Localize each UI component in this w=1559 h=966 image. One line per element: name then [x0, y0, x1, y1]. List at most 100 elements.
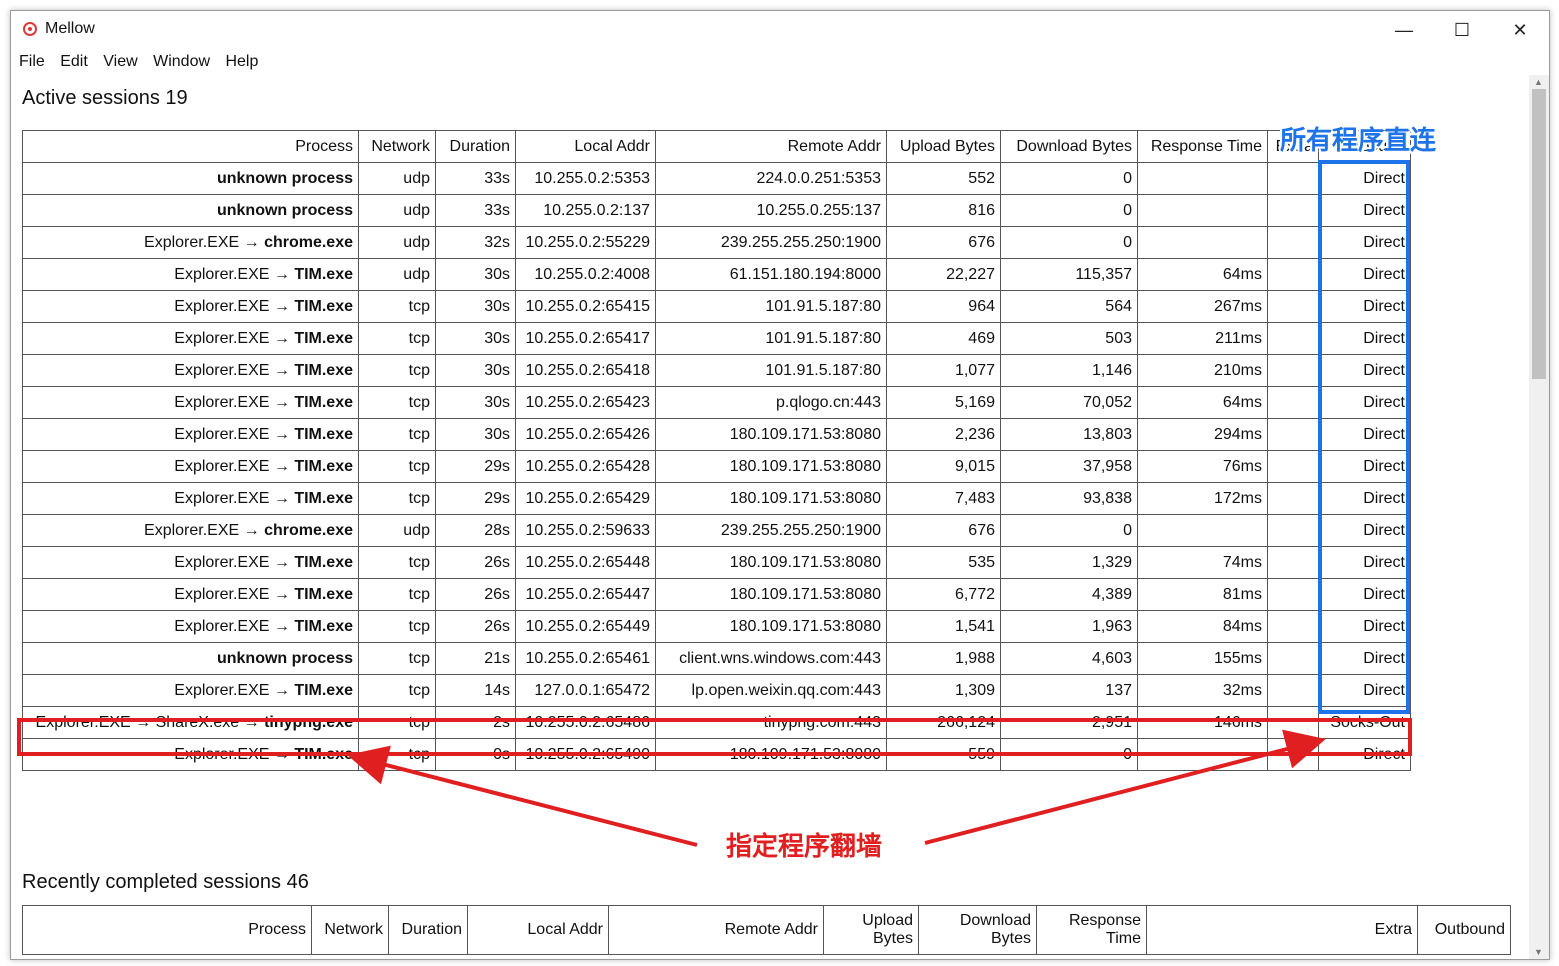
cell-local-addr: 10.255.0.2:65447	[515, 578, 656, 611]
cell-download: 503	[1000, 322, 1138, 355]
col-network[interactable]: Network	[311, 905, 389, 955]
col-remote-addr[interactable]: Remote Addr	[655, 130, 887, 163]
menu-edit[interactable]: Edit	[60, 51, 88, 73]
cell-response: 74ms	[1137, 546, 1268, 579]
cell-duration: 33s	[435, 162, 516, 195]
table-row[interactable]: Explorer.EXE → TIM.exe tcp 30s 10.255.0.2:6…	[22, 418, 1411, 451]
process-parent-chain: Explorer.EXE →	[174, 265, 295, 283]
col-upload-bytes[interactable]: Upload Bytes	[823, 905, 919, 955]
cell-download: 0	[1000, 194, 1138, 227]
cell-outbound: Direct	[1318, 354, 1411, 387]
menu-help[interactable]: Help	[225, 51, 258, 73]
cell-upload: 676	[886, 514, 1001, 547]
table-row[interactable]: Explorer.EXE → ShareX.exe → tinypng.exe t…	[22, 706, 1411, 739]
cell-download: 564	[1000, 290, 1138, 323]
scrollbar-thumb[interactable]	[1532, 89, 1546, 379]
table-row[interactable]: Explorer.EXE → TIM.exe tcp 29s 10.255.0.2:6…	[22, 450, 1411, 483]
table-row[interactable]: Explorer.EXE → TIM.exe tcp 30s 10.255.0.2:6…	[22, 290, 1411, 323]
direct-annotation-label: 所有程序直连	[1280, 126, 1437, 156]
table-row[interactable]: Explorer.EXE → TIM.exe tcp 0s 10.255.0.2:65…	[22, 738, 1411, 771]
cell-network: tcp	[358, 674, 436, 707]
cell-extra	[1267, 290, 1319, 323]
process-name: TIM.exe	[294, 297, 353, 315]
cell-remote-addr: 180.109.171.53:8080	[655, 450, 887, 483]
table-row[interactable]: unknown process udp 33s 10.255.0.2:5353 224.…	[22, 162, 1411, 195]
minimize-button[interactable]: —	[1375, 11, 1433, 49]
process-parent-chain: Explorer.EXE →	[174, 393, 295, 411]
cell-download: 1,329	[1000, 546, 1138, 579]
col-download-bytes[interactable]: Download Bytes	[1000, 130, 1138, 163]
table-row[interactable]: Explorer.EXE → chrome.exe udp 28s 10.255.0.…	[22, 514, 1411, 547]
cell-network: tcp	[358, 450, 436, 483]
cell-outbound: Direct	[1318, 674, 1411, 707]
cell-outbound: Direct	[1318, 514, 1411, 547]
cell-outbound: Direct	[1318, 418, 1411, 451]
col-network[interactable]: Network	[358, 130, 436, 163]
process-name: TIM.exe	[294, 745, 353, 763]
cell-response: 294ms	[1137, 418, 1268, 451]
col-remote-addr[interactable]: Remote Addr	[608, 905, 824, 955]
table-row[interactable]: Explorer.EXE → TIM.exe tcp 30s 10.255.0.2:6…	[22, 354, 1411, 387]
cell-duration: 26s	[435, 546, 516, 579]
col-duration[interactable]: Duration	[388, 905, 468, 955]
menu-view[interactable]: View	[103, 51, 137, 73]
cell-process: Explorer.EXE → TIM.exe	[22, 258, 359, 291]
cell-download: 4,603	[1000, 642, 1138, 675]
cell-remote-addr: 239.255.255.250:1900	[655, 514, 887, 547]
table-row[interactable]: Explorer.EXE → TIM.exe tcp 26s 10.255.0.2:6…	[22, 546, 1411, 579]
menu-file[interactable]: File	[19, 51, 45, 73]
cell-network: udp	[358, 194, 436, 227]
cell-response: 84ms	[1137, 610, 1268, 643]
table-row[interactable]: unknown process udp 33s 10.255.0.2:137 10.25…	[22, 194, 1411, 227]
col-response-time[interactable]: Response Time	[1137, 130, 1268, 163]
table-row[interactable]: Explorer.EXE → TIM.exe tcp 26s 10.255.0.2:6…	[22, 578, 1411, 611]
table-row[interactable]: unknown process tcp 21s 10.255.0.2:65461 cli…	[22, 642, 1411, 675]
cell-upload: 266,124	[886, 706, 1001, 739]
col-download-bytes[interactable]: Download Bytes	[918, 905, 1037, 955]
vertical-scrollbar[interactable]: ▲ ▼	[1529, 75, 1549, 959]
table-row[interactable]: Explorer.EXE → TIM.exe tcp 26s 10.255.0.2:6…	[22, 610, 1411, 643]
maximize-button[interactable]: ☐	[1433, 11, 1491, 49]
cell-outbound: Direct	[1318, 450, 1411, 483]
table-row[interactable]: Explorer.EXE → TIM.exe tcp 14s 127.0.0.1:65…	[22, 674, 1411, 707]
col-process[interactable]: Process	[22, 130, 359, 163]
table-row[interactable]: Explorer.EXE → TIM.exe tcp 29s 10.255.0.2:6…	[22, 482, 1411, 515]
process-name: chrome.exe	[264, 521, 353, 539]
close-button[interactable]: ✕	[1491, 11, 1549, 49]
process-name: unknown process	[216, 201, 353, 219]
col-outbound[interactable]: Outbound	[1417, 905, 1511, 955]
table-row[interactable]: Explorer.EXE → TIM.exe tcp 30s 10.255.0.2:6…	[22, 322, 1411, 355]
col-local-addr[interactable]: Local Addr	[467, 905, 609, 955]
table-row[interactable]: Explorer.EXE → chrome.exe udp 32s 10.255.0.…	[22, 226, 1411, 259]
scroll-up-arrow-icon[interactable]: ▲	[1534, 77, 1543, 87]
process-name: TIM.exe	[294, 489, 353, 507]
cell-duration: 32s	[435, 226, 516, 259]
table-header-row: Process Network Duration Local Addr Remo…	[22, 130, 1411, 163]
col-upload-bytes[interactable]: Upload Bytes	[886, 130, 1001, 163]
table-row[interactable]: Explorer.EXE → TIM.exe udp 30s 10.255.0.2:4…	[22, 258, 1411, 291]
col-extra[interactable]: Extra	[1146, 905, 1418, 955]
process-parent-chain: Explorer.EXE →	[174, 329, 295, 347]
process-parent-chain: Explorer.EXE →	[174, 617, 295, 635]
cell-upload: 559	[886, 738, 1001, 771]
process-name: tinypng.exe	[264, 713, 353, 731]
col-process[interactable]: Process	[22, 905, 312, 955]
process-name: TIM.exe	[294, 425, 353, 443]
cell-upload: 5,169	[886, 386, 1001, 419]
scroll-down-arrow-icon[interactable]: ▼	[1534, 947, 1543, 957]
cell-process: Explorer.EXE → TIM.exe	[22, 418, 359, 451]
col-response-time[interactable]: Response Time	[1036, 905, 1147, 955]
col-local-addr[interactable]: Local Addr	[515, 130, 656, 163]
cell-response: 172ms	[1137, 482, 1268, 515]
process-name: TIM.exe	[294, 681, 353, 699]
cell-local-addr: 10.255.0.2:65461	[515, 642, 656, 675]
process-name: TIM.exe	[294, 393, 353, 411]
col-duration[interactable]: Duration	[435, 130, 516, 163]
cell-local-addr: 10.255.0.2:65417	[515, 322, 656, 355]
table-row[interactable]: Explorer.EXE → TIM.exe tcp 30s 10.255.0.2:6…	[22, 386, 1411, 419]
menu-window[interactable]: Window	[153, 51, 210, 73]
cell-outbound: Direct	[1318, 290, 1411, 323]
cell-network: tcp	[358, 290, 436, 323]
cell-process: Explorer.EXE → TIM.exe	[22, 322, 359, 355]
cell-extra	[1267, 386, 1319, 419]
